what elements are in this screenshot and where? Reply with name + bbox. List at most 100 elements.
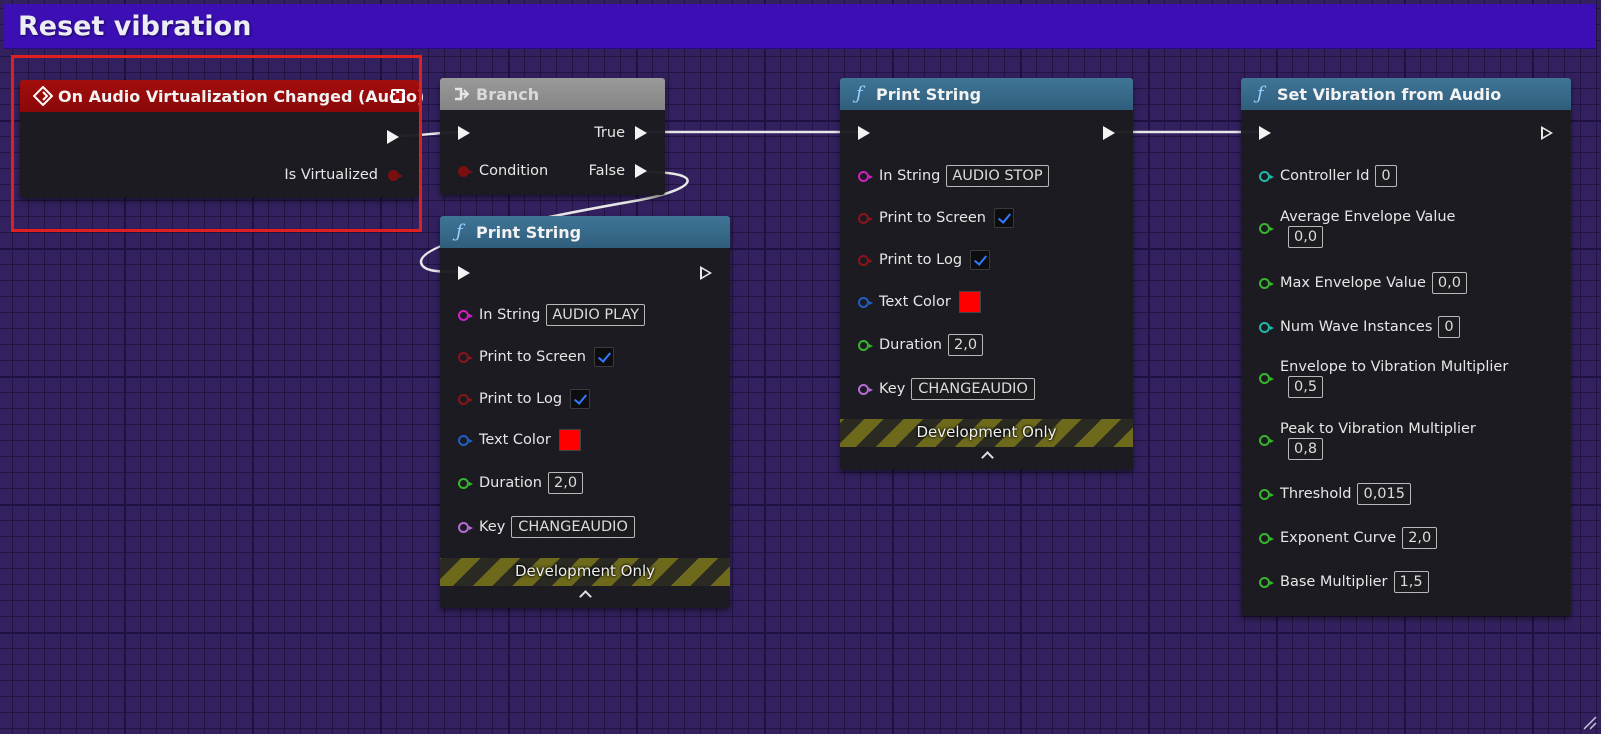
collapse-arrow-icon[interactable] xyxy=(981,449,993,461)
print-to-screen-label: Print to Screen xyxy=(879,210,986,226)
exec-in-pin[interactable] xyxy=(458,266,470,280)
print-string-stop-node[interactable]: ƒ Print String In String AUDIO STOP Prin… xyxy=(840,78,1133,470)
threshold-field[interactable]: 0,015 xyxy=(1357,483,1411,505)
function-icon: ƒ xyxy=(856,83,863,104)
envelope-multiplier-field[interactable]: 0,5 xyxy=(1288,376,1324,398)
set-vibration-node[interactable]: ƒ Set Vibration from Audio Controller Id… xyxy=(1241,78,1571,616)
in-string-row: In String AUDIO STOP xyxy=(858,165,1049,187)
duration-field[interactable]: 2,0 xyxy=(547,472,584,494)
print-to-log-pin[interactable] xyxy=(858,254,873,266)
key-field[interactable]: CHANGEAUDIO xyxy=(511,516,635,538)
text-color-label: Text Color xyxy=(479,432,551,448)
exec-out-pin[interactable] xyxy=(1103,126,1115,140)
resize-grip-icon[interactable] xyxy=(1581,714,1597,730)
development-only-strip: Development Only xyxy=(840,419,1133,447)
in-string-pin[interactable] xyxy=(458,309,473,321)
controller-id-row: Controller Id 0 xyxy=(1259,165,1397,187)
print-stop-header[interactable]: ƒ Print String xyxy=(840,78,1133,110)
branch-icon xyxy=(455,87,470,101)
average-envelope-pin[interactable] xyxy=(1259,222,1274,234)
text-color-swatch[interactable] xyxy=(958,291,981,313)
print-to-screen-pin[interactable] xyxy=(458,351,473,363)
duration-pin[interactable] xyxy=(458,477,473,489)
controller-id-pin[interactable] xyxy=(1259,170,1274,182)
threshold-pin[interactable] xyxy=(1259,488,1274,500)
envelope-multiplier-pin[interactable] xyxy=(1259,372,1274,384)
in-string-label: In String xyxy=(879,168,941,184)
controller-id-label: Controller Id xyxy=(1280,168,1370,184)
collapse-arrow-icon[interactable] xyxy=(579,588,591,600)
branch-node[interactable]: Branch True Condition False xyxy=(440,78,665,195)
envelope-multiplier-label: Envelope to Vibration Multiplier xyxy=(1280,359,1509,375)
true-exec-pin[interactable] xyxy=(635,126,647,140)
average-envelope-label: Average Envelope Value xyxy=(1280,209,1456,225)
peak-multiplier-field[interactable]: 0,8 xyxy=(1288,438,1324,460)
set-vibration-title: Set Vibration from Audio xyxy=(1277,85,1502,104)
branch-false-row: False xyxy=(583,160,647,182)
print-to-screen-pin[interactable] xyxy=(858,212,873,224)
max-envelope-pin[interactable] xyxy=(1259,277,1274,289)
controller-id-field[interactable]: 0 xyxy=(1375,165,1397,187)
print-string-play-node[interactable]: ƒ Print String In String AUDIO PLAY Prin… xyxy=(440,216,730,608)
exec-out-pin[interactable] xyxy=(1541,126,1553,140)
max-envelope-label: Max Envelope Value xyxy=(1280,275,1426,291)
key-pin[interactable] xyxy=(858,383,873,395)
print-play-header[interactable]: ƒ Print String xyxy=(440,216,730,248)
envelope-multiplier-row: Envelope to Vibration Multiplier xyxy=(1259,356,1509,384)
average-envelope-field[interactable]: 0,0 xyxy=(1288,226,1324,248)
base-multiplier-field[interactable]: 1,5 xyxy=(1393,571,1429,593)
branch-true-row: True xyxy=(588,122,647,144)
exec-in-pin[interactable] xyxy=(858,126,870,140)
false-exec-pin[interactable] xyxy=(635,164,647,178)
duration-row: Duration 2,0 xyxy=(858,334,984,356)
print-to-screen-checkbox[interactable] xyxy=(593,347,614,367)
function-icon: ƒ xyxy=(1257,83,1264,104)
base-multiplier-pin[interactable] xyxy=(1259,576,1274,588)
key-field[interactable]: CHANGEAUDIO xyxy=(911,378,1035,400)
text-color-label: Text Color xyxy=(879,294,951,310)
exec-in-pin[interactable] xyxy=(1259,126,1271,140)
exponent-curve-field[interactable]: 2,0 xyxy=(1402,527,1438,549)
function-icon: ƒ xyxy=(456,221,463,242)
duration-pin[interactable] xyxy=(858,339,873,351)
selection-highlight xyxy=(11,55,422,232)
threshold-row: Threshold 0,015 xyxy=(1259,483,1411,505)
key-row: Key CHANGEAUDIO xyxy=(858,378,1035,400)
peak-multiplier-row: Peak to Vibration Multiplier xyxy=(1259,418,1476,446)
exec-in-pin[interactable] xyxy=(458,126,470,140)
num-wave-instances-pin[interactable] xyxy=(1259,321,1274,333)
branch-exec-in-row xyxy=(458,122,470,144)
in-string-field[interactable]: AUDIO PLAY xyxy=(546,304,646,326)
text-color-pin[interactable] xyxy=(458,434,473,446)
peak-multiplier-pin[interactable] xyxy=(1259,434,1274,446)
key-pin[interactable] xyxy=(458,521,473,533)
print-to-log-pin[interactable] xyxy=(458,393,473,405)
duration-field[interactable]: 2,0 xyxy=(947,334,984,356)
text-color-pin[interactable] xyxy=(858,296,873,308)
max-envelope-field[interactable]: 0,0 xyxy=(1431,272,1467,294)
exponent-curve-label: Exponent Curve xyxy=(1280,530,1397,546)
development-only-strip: Development Only xyxy=(440,558,730,586)
print-to-screen-checkbox[interactable] xyxy=(993,208,1014,228)
print-to-log-label: Print to Log xyxy=(479,391,563,407)
print-to-log-row: Print to Log xyxy=(858,249,991,271)
in-string-field[interactable]: AUDIO STOP xyxy=(946,165,1049,187)
peak-multiplier-label: Peak to Vibration Multiplier xyxy=(1280,421,1476,437)
text-color-swatch[interactable] xyxy=(558,429,581,451)
key-label: Key xyxy=(879,381,906,397)
print-play-exec-out-row xyxy=(700,262,712,284)
print-to-log-checkbox[interactable] xyxy=(970,250,991,270)
num-wave-instances-field[interactable]: 0 xyxy=(1438,316,1460,338)
branch-node-title: Branch xyxy=(476,85,540,104)
set-vibration-header[interactable]: ƒ Set Vibration from Audio xyxy=(1241,78,1571,110)
average-envelope-row: Average Envelope Value xyxy=(1259,206,1456,234)
in-string-pin[interactable] xyxy=(858,170,873,182)
branch-node-header[interactable]: Branch xyxy=(440,78,665,110)
in-string-label: In String xyxy=(479,307,541,323)
exec-out-pin[interactable] xyxy=(700,266,712,280)
threshold-label: Threshold xyxy=(1280,486,1352,502)
exponent-curve-pin[interactable] xyxy=(1259,532,1274,544)
print-to-log-checkbox[interactable] xyxy=(570,389,591,409)
condition-pin[interactable] xyxy=(458,165,473,177)
print-stop-title: Print String xyxy=(876,85,982,104)
